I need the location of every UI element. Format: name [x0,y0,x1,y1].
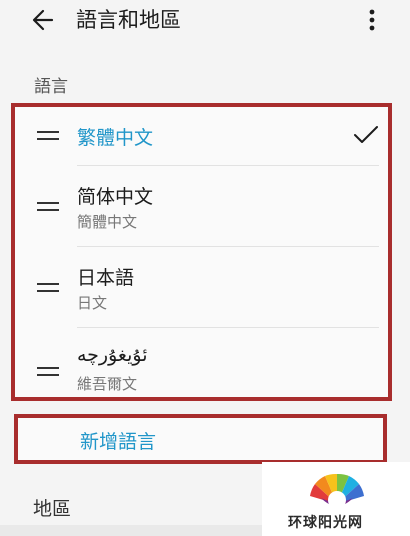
sunburst-logo-icon [310,473,364,509]
region-section-label: 地區 [33,498,72,520]
add-language-button[interactable]: 新增語言 [14,414,387,464]
language-native-name: 簡體中文 [77,213,138,231]
language-name: 简体中文 [77,186,154,208]
language-native-name: 維吾爾文 [77,375,138,393]
page-title: 語言和地區 [76,8,181,32]
add-language-label: 新增語言 [80,431,157,453]
language-item-simplified-chinese[interactable]: 简体中文 簡體中文 [15,166,388,246]
language-item-uyghur[interactable]: ئۇيغۇرچە 維吾爾文 [15,328,388,400]
drag-handle-icon[interactable] [37,202,61,214]
drag-handle-icon[interactable] [37,367,61,379]
language-list: 繁體中文 简体中文 簡體中文 日本語 日文 ئۇيغۇرچە 維吾爾文 [11,103,392,401]
drag-handle-icon[interactable] [37,283,61,295]
language-item-traditional-chinese[interactable]: 繁體中文 [15,107,388,165]
back-arrow-icon[interactable] [30,6,58,34]
language-section-label: 語言 [34,77,68,97]
language-native-name: 日文 [77,294,108,312]
checkmark-icon [354,126,378,143]
app-bar: 語言和地區 [0,0,410,44]
language-item-japanese[interactable]: 日本語 日文 [15,247,388,327]
language-name: 繁體中文 [77,127,154,149]
watermark-logo: 环球阳光网 [262,462,410,536]
watermark-text: 环球阳光网 [288,515,363,531]
language-name: ئۇيغۇرچە [77,344,148,366]
drag-handle-icon[interactable] [37,131,61,143]
more-options-icon[interactable] [362,6,382,34]
language-name: 日本語 [77,267,135,289]
